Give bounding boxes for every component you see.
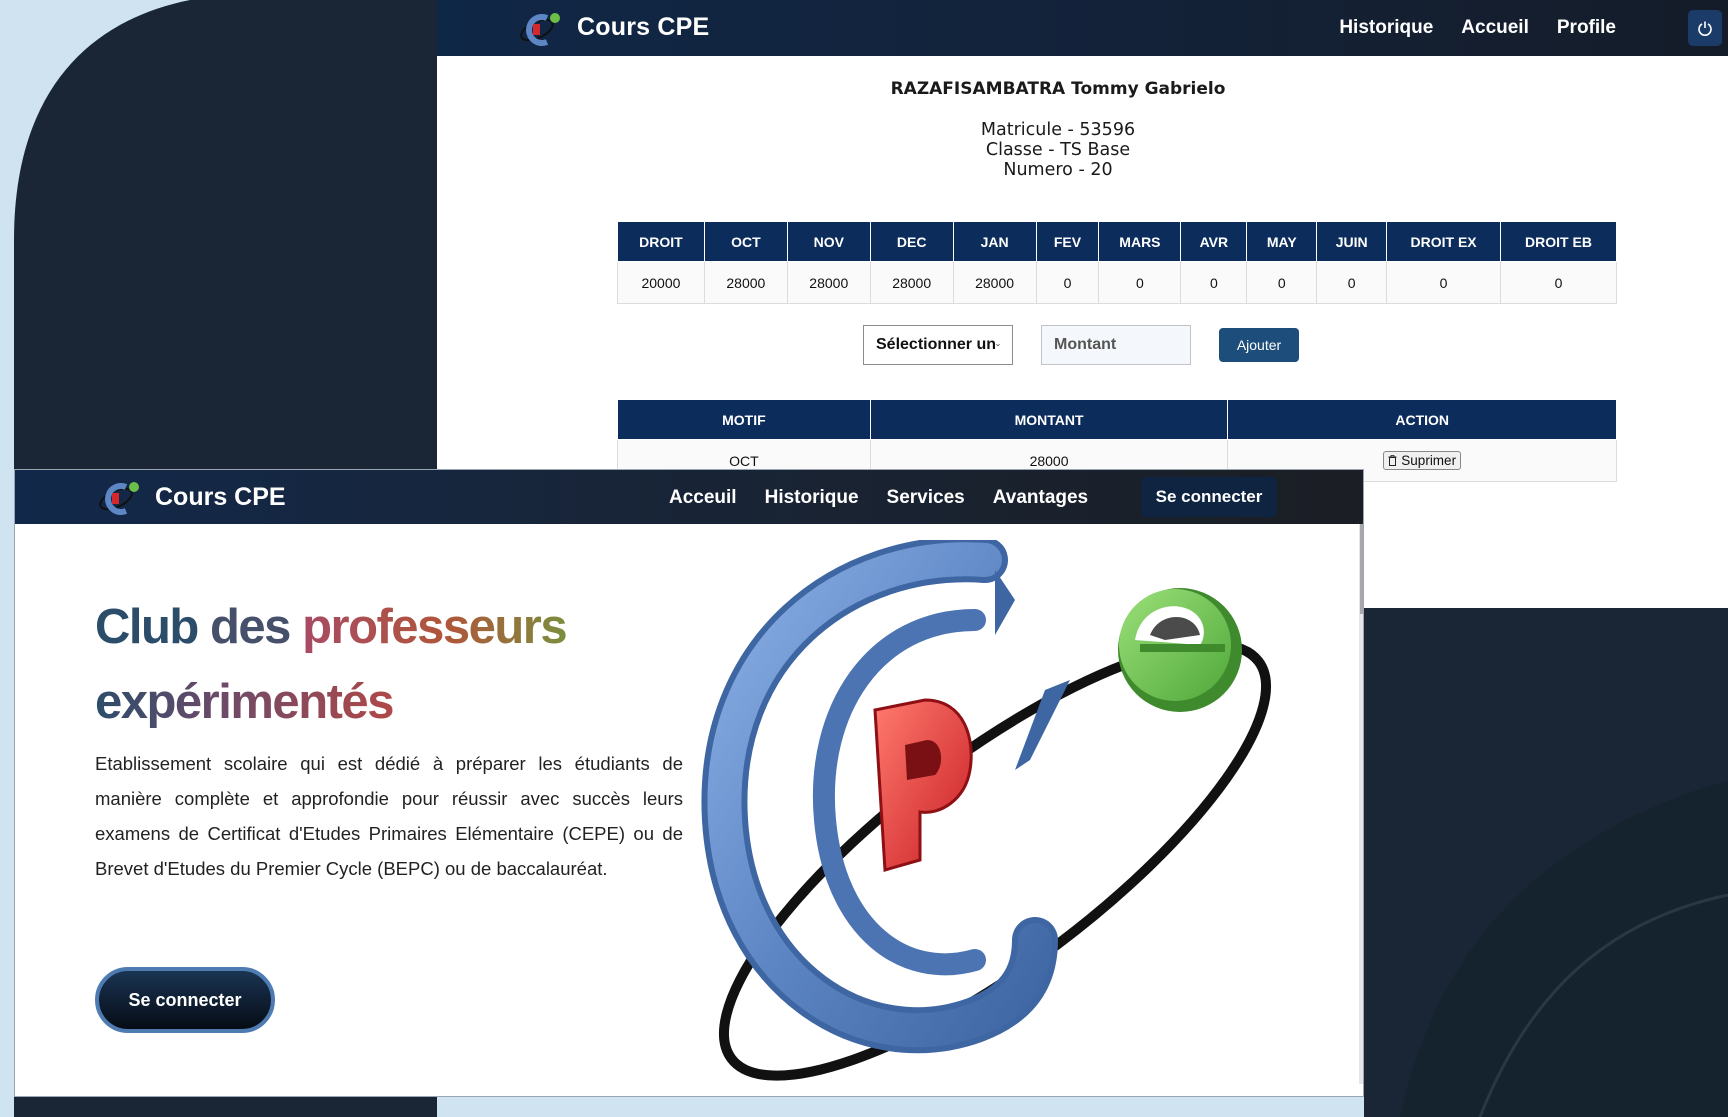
hero-title-word: professeurs	[302, 600, 568, 654]
table-row: 20000 28000 28000 28000 28000 0 0 0 0 0 …	[617, 261, 1617, 304]
fees-header: DROIT EB	[1500, 221, 1617, 262]
hero-title: Club des professeurs expérimentés	[95, 590, 655, 740]
fees-header: DROIT EX	[1386, 221, 1501, 262]
fees-header: OCT	[703, 221, 788, 262]
brand-name[interactable]: Cours CPE	[155, 483, 286, 512]
student-classe: Classe - TS Base	[985, 140, 1131, 160]
fees-header-row: DROIT OCT NOV DEC JAN FEV MARS AVR MAY J…	[617, 221, 1617, 262]
cpe-logo-icon[interactable]	[517, 10, 563, 46]
delete-label: Suprimer	[1401, 453, 1457, 468]
fees-cell: 0	[1246, 261, 1318, 304]
fees-header: FEV	[1035, 221, 1100, 262]
top-navbar: Cours CPE Historique Accueil Profile	[437, 0, 1728, 56]
landing-navbar: Cours CPE Acceuil Historique Services Av…	[15, 470, 1363, 524]
cpe-logo-icon[interactable]	[95, 479, 143, 515]
fees-header: DEC	[869, 221, 954, 262]
landing-page-window: Cours CPE Acceuil Historique Services Av…	[14, 469, 1364, 1097]
payment-form: Sélectionner un Montant Ajouter	[863, 325, 1299, 365]
add-payment-button[interactable]: Ajouter	[1219, 328, 1299, 362]
fees-cell: 0	[1180, 261, 1248, 304]
logout-button[interactable]	[1688, 10, 1722, 46]
nav-accueil[interactable]: Accueil	[1461, 17, 1529, 39]
fees-cell: 20000	[617, 261, 705, 304]
nav-acceuil[interactable]: Acceuil	[669, 487, 737, 509]
hero-title-word: Club	[95, 600, 199, 654]
fees-header: DROIT	[617, 221, 705, 262]
amount-placeholder: Montant	[1054, 336, 1117, 353]
student-name: RAZAFISAMBATRA Tommy Gabrielo	[890, 79, 1226, 99]
fees-table: DROIT OCT NOV DEC JAN FEV MARS AVR MAY J…	[617, 221, 1617, 304]
history-header: MOTIF	[617, 399, 871, 440]
nav-links: Historique Accueil Profile	[1339, 17, 1616, 39]
scrollbar[interactable]	[1359, 524, 1363, 1084]
nav-avantages[interactable]: Avantages	[993, 487, 1088, 509]
fees-cell: 28000	[869, 261, 954, 304]
scrollbar-thumb[interactable]	[1360, 524, 1363, 614]
month-select[interactable]: Sélectionner un	[863, 325, 1013, 365]
fees-header: AVR	[1180, 221, 1248, 262]
fees-cell: 0	[1035, 261, 1100, 304]
student-numero: Numero - 20	[1003, 160, 1113, 180]
brand-name[interactable]: Cours CPE	[577, 13, 709, 42]
nav-services[interactable]: Services	[887, 487, 965, 509]
fees-cell: 28000	[952, 261, 1037, 304]
fees-cell: 0	[1098, 261, 1182, 304]
fees-header: NOV	[786, 221, 871, 262]
month-select-value: Sélectionner un	[876, 336, 997, 353]
login-button[interactable]: Se connecter	[1141, 477, 1277, 517]
hero-description: Etablissement scolaire qui est dédié à p…	[95, 753, 683, 879]
nav-links: Acceuil Historique Services Avantages	[669, 487, 1088, 509]
nav-historique[interactable]: Historique	[1339, 17, 1433, 39]
trash-icon	[1388, 455, 1397, 466]
fees-cell: 28000	[703, 261, 788, 304]
history-header: ACTION	[1227, 399, 1617, 440]
fees-cell: 28000	[786, 261, 871, 304]
history-header-row: MOTIF MONTANT ACTION	[617, 399, 1617, 440]
hero-title-word: expérimentés	[95, 675, 394, 729]
chevron-down-icon	[996, 343, 1000, 347]
fees-header: JAN	[952, 221, 1037, 262]
fees-cell: 0	[1386, 261, 1501, 304]
fees-header: MARS	[1098, 221, 1182, 262]
student-matricule: Matricule - 53596	[980, 120, 1136, 140]
nav-profile[interactable]: Profile	[1557, 17, 1616, 39]
hero-title-word: des	[210, 600, 291, 654]
amount-input[interactable]: Montant	[1041, 325, 1191, 365]
fees-header: JUIN	[1316, 221, 1388, 262]
fees-header: MAY	[1246, 221, 1318, 262]
history-header: MONTANT	[869, 399, 1229, 440]
power-icon	[1698, 21, 1712, 36]
fees-cell: 0	[1500, 261, 1617, 304]
fees-cell: 0	[1316, 261, 1388, 304]
cpe-3d-logo	[701, 540, 1272, 1081]
student-meta: Matricule - 53596 Classe - TS Base Numer…	[437, 120, 1679, 180]
delete-button[interactable]: Suprimer	[1383, 451, 1462, 470]
nav-historique[interactable]: Historique	[765, 487, 859, 509]
hero-login-button[interactable]: Se connecter	[95, 967, 275, 1033]
